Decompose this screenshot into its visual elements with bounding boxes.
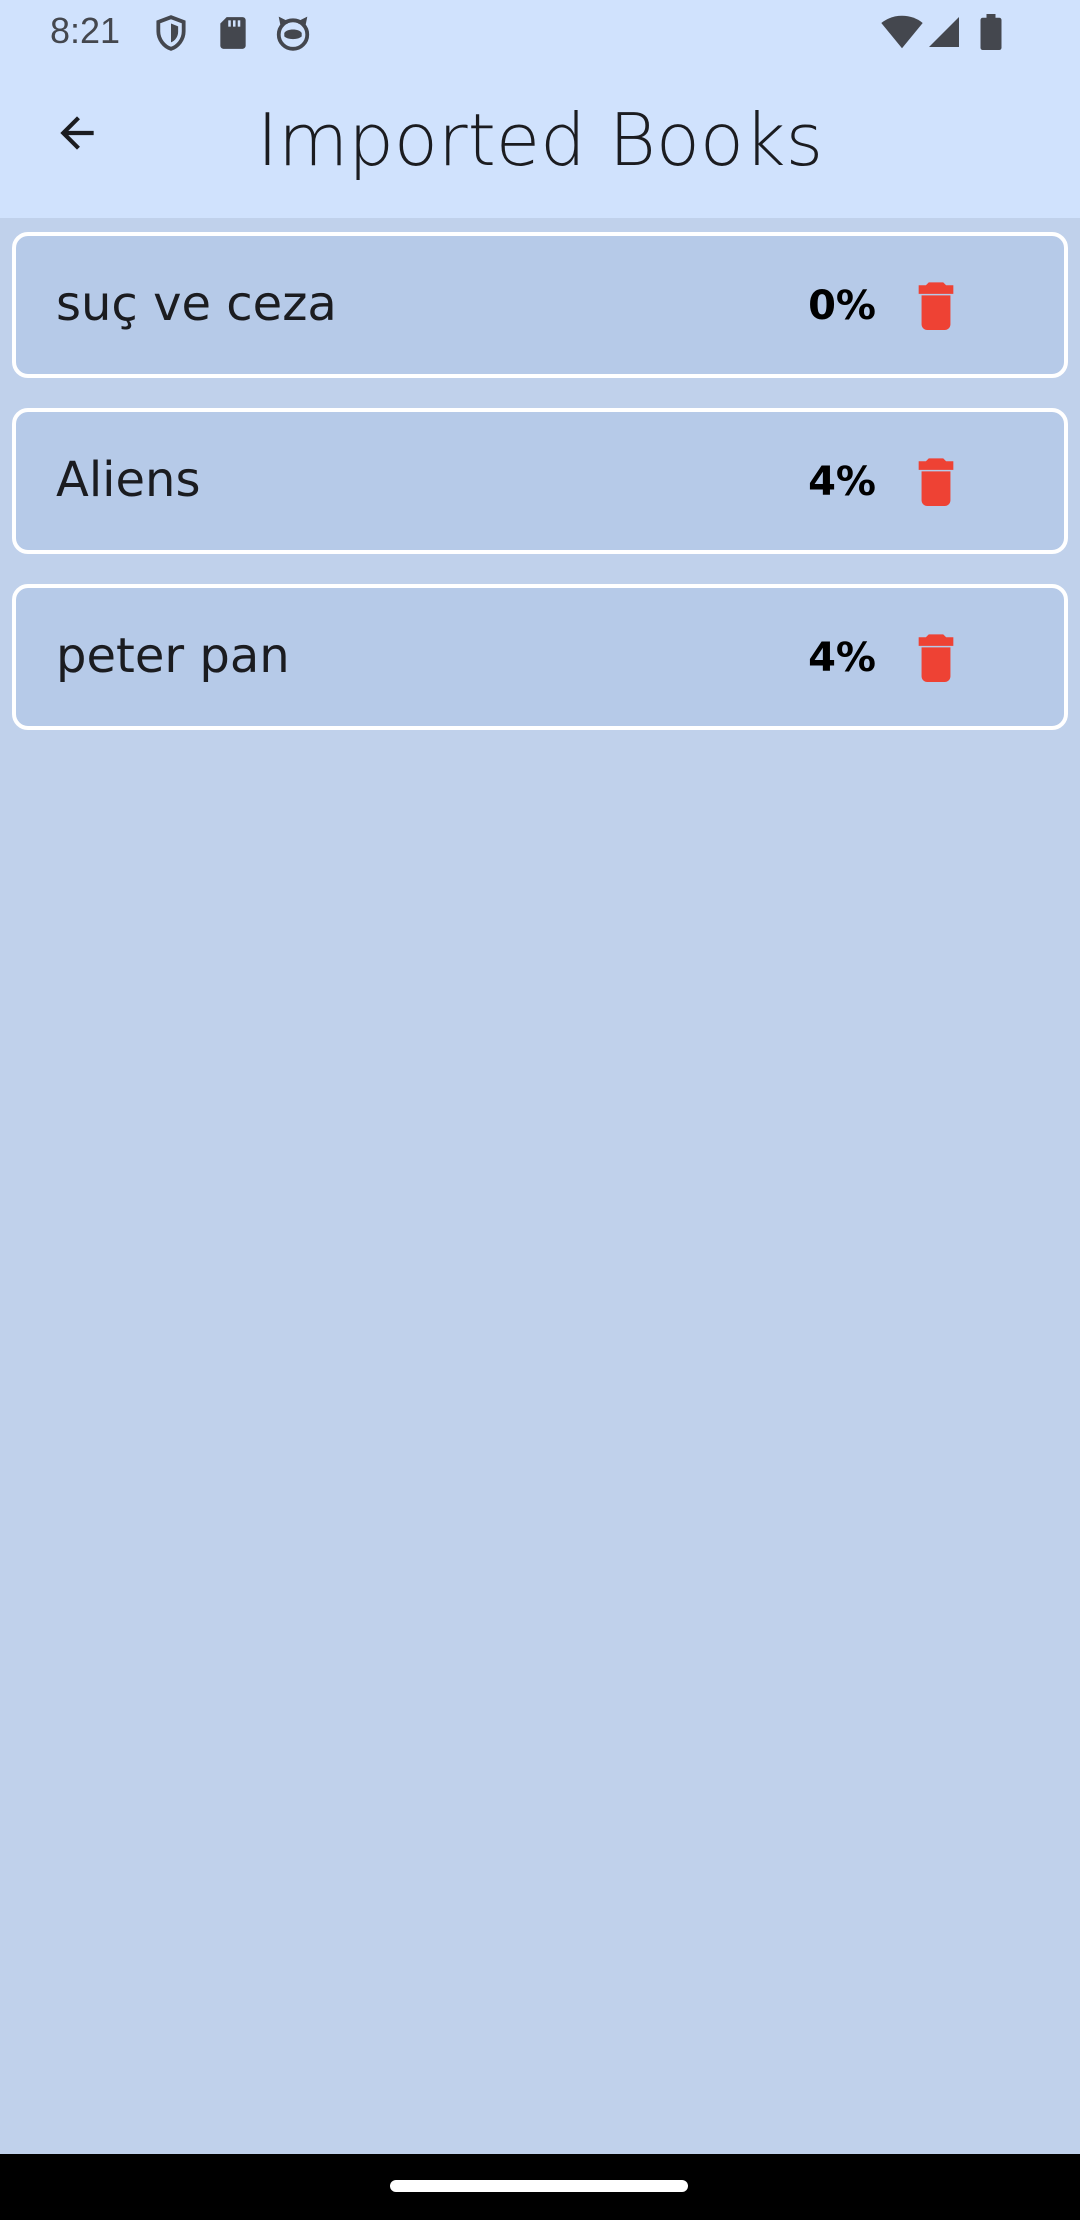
delete-button[interactable] [906,626,966,686]
sd-card-icon [214,14,252,52]
navigation-bar [0,2154,1080,2220]
android-cat-icon [274,14,312,52]
delete-button[interactable] [906,450,966,510]
app-bar: Imported Books [0,66,1080,218]
shield-icon [152,14,190,52]
book-progress: 4% [808,635,876,681]
book-title: suç ve ceza [56,276,337,332]
book-card[interactable]: Aliens 4% [12,408,1068,554]
home-gesture-handle[interactable] [390,2180,688,2192]
delete-button[interactable] [906,274,966,334]
top-app-area: 8:21 Imported Books [0,0,1080,218]
signal-icon [926,14,964,52]
status-time: 8:21 [50,10,121,51]
wifi-icon [880,14,924,54]
book-card[interactable]: peter pan 4% [12,584,1068,730]
book-title: peter pan [56,628,290,684]
book-progress: 4% [808,459,876,505]
book-title: Aliens [56,452,201,508]
trash-icon [914,454,958,506]
trash-icon [914,630,958,682]
imported-books-list: suç ve ceza 0% Aliens 4% peter pan 4% [12,232,1068,760]
book-card[interactable]: suç ve ceza 0% [12,232,1068,378]
book-progress: 0% [808,283,876,329]
page-title: Imported Books [256,98,824,182]
battery-icon [978,14,1006,54]
trash-icon [914,278,958,330]
status-bar: 8:21 [0,0,1080,66]
